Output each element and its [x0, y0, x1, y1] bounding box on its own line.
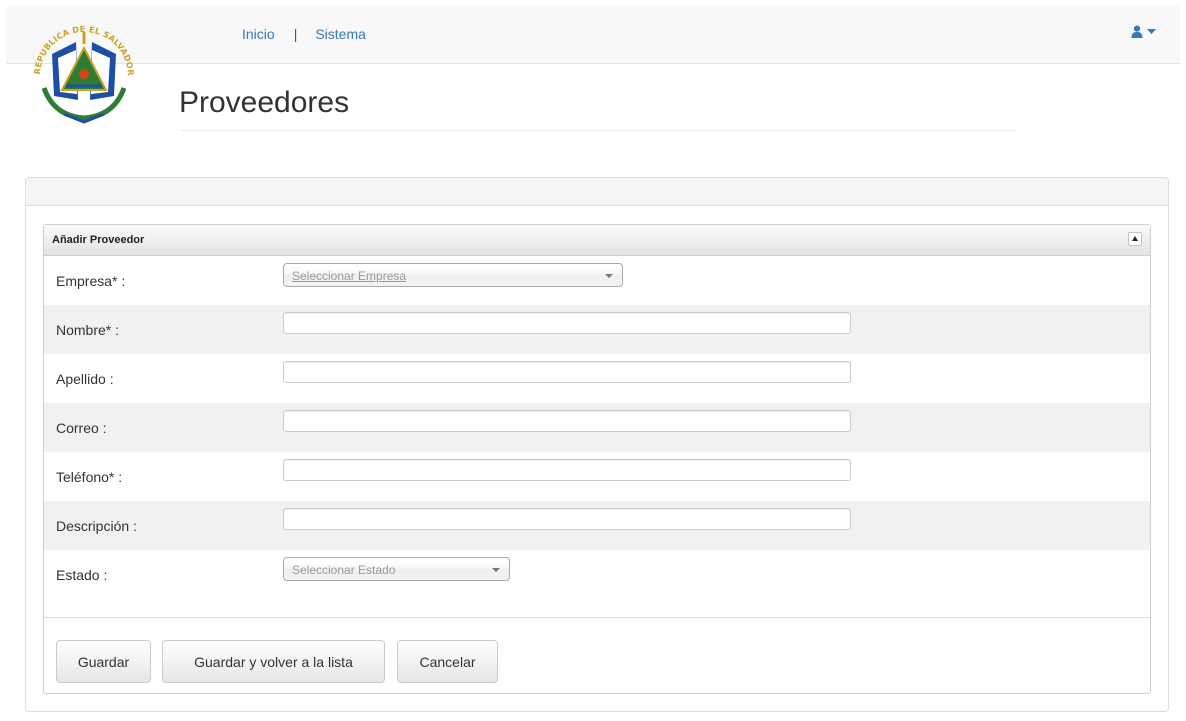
- descripcion-label: Descripción :: [56, 518, 137, 534]
- save-and-return-button[interactable]: Guardar y volver a la lista: [162, 640, 385, 683]
- caret-down-icon: [1147, 28, 1156, 34]
- estado-select-placeholder: Seleccionar Estado: [292, 563, 396, 577]
- nav-separator: |: [293, 26, 298, 42]
- coat-of-arms-logo: REPUBLICA DE EL SALVADOR EN LA AMERICA C…: [22, 14, 136, 124]
- apellido-input[interactable]: [283, 361, 851, 383]
- cancel-button[interactable]: Cancelar: [397, 640, 498, 683]
- chevron-down-icon: [605, 274, 613, 278]
- title-divider: [179, 130, 1016, 131]
- form-row-nombre: Nombre* :: [44, 305, 1150, 354]
- nav-links: Inicio | Sistema: [242, 26, 366, 42]
- empresa-select[interactable]: Seleccionar Empresa: [283, 263, 623, 287]
- correo-label: Correo :: [56, 420, 107, 436]
- empresa-select-placeholder: Seleccionar Empresa: [292, 269, 407, 283]
- nombre-label: Nombre* :: [56, 322, 120, 338]
- form-actions: Guardar Guardar y volver a la lista Canc…: [44, 617, 1150, 693]
- estado-select[interactable]: Seleccionar Estado: [283, 557, 510, 581]
- telefono-input[interactable]: [283, 459, 851, 481]
- nav-link-sistema[interactable]: Sistema: [315, 26, 366, 42]
- page-title: Proveedores: [179, 86, 350, 119]
- add-provider-form: Añadir Proveedor Empresa* : Seleccionar …: [43, 224, 1151, 694]
- save-button[interactable]: Guardar: [56, 640, 151, 683]
- chevron-down-icon: [492, 568, 500, 572]
- form-row-empresa: Empresa* : Seleccionar Empresa: [44, 256, 1150, 305]
- telefono-label: Teléfono* :: [56, 469, 123, 485]
- form-row-estado: Estado : Seleccionar Estado: [44, 550, 1150, 599]
- form-row-telefono: Teléfono* :: [44, 452, 1150, 501]
- estado-label: Estado :: [56, 567, 108, 583]
- form-row-descripcion: Descripción :: [44, 501, 1150, 550]
- nav-link-inicio[interactable]: Inicio: [242, 26, 275, 42]
- nombre-input[interactable]: [283, 312, 851, 334]
- content-panel-header: [26, 178, 1168, 206]
- form-row-apellido: Apellido :: [44, 354, 1150, 403]
- apellido-label: Apellido :: [56, 371, 114, 387]
- user-menu-toggle[interactable]: [1131, 25, 1156, 38]
- collapse-form-button[interactable]: [1128, 232, 1142, 246]
- form-title: Añadir Proveedor: [52, 234, 145, 246]
- descripcion-input[interactable]: [283, 508, 851, 530]
- form-header: Añadir Proveedor: [44, 225, 1150, 256]
- form-row-correo: Correo :: [44, 403, 1150, 452]
- top-navbar: Inicio | Sistema: [6, 6, 1180, 64]
- correo-input[interactable]: [283, 410, 851, 432]
- empresa-label: Empresa* :: [56, 273, 126, 289]
- user-icon: [1131, 25, 1143, 38]
- content-panel: Añadir Proveedor Empresa* : Seleccionar …: [25, 177, 1169, 712]
